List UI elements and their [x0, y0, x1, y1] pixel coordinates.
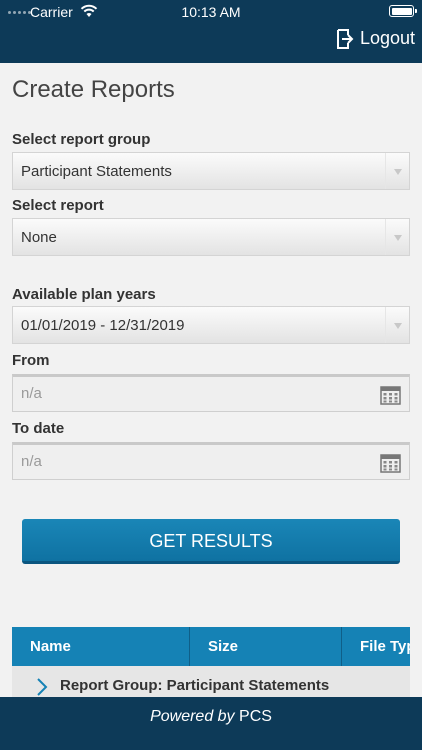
report-select[interactable]: None: [12, 218, 410, 256]
column-header-file-type[interactable]: File Type: [342, 627, 410, 666]
column-header-size[interactable]: Size: [190, 627, 342, 666]
plan-years-label: Available plan years: [12, 286, 156, 303]
status-time: 10:13 AM: [181, 4, 241, 20]
report-group-value: Participant Statements: [21, 163, 172, 180]
chevron-down-icon: [385, 219, 409, 255]
results-table: Name Size File Type Report Group: Partic…: [12, 627, 410, 707]
report-label: Select report: [12, 197, 104, 214]
chevron-down-icon: [385, 307, 409, 343]
plan-years-value: 01/01/2019 - 12/31/2019: [21, 317, 185, 334]
to-date-field[interactable]: n/a: [12, 442, 410, 480]
powered-by-text: Powered by: [150, 708, 235, 725]
report-group-label: Select report group: [12, 131, 151, 148]
logout-button[interactable]: Logout: [336, 28, 415, 49]
report-value: None: [21, 229, 57, 246]
page-title: Create Reports: [12, 76, 175, 103]
calendar-icon[interactable]: [380, 453, 401, 473]
app-header: Carrier 10:13 AM Logout: [0, 0, 422, 63]
to-date-label: To date: [12, 420, 65, 437]
table-header: Name Size File Type: [12, 627, 410, 666]
battery-icon: [389, 5, 417, 17]
logout-icon: [336, 28, 354, 49]
logout-label: Logout: [359, 28, 415, 48]
plan-years-select[interactable]: 01/01/2019 - 12/31/2019: [12, 306, 410, 344]
calendar-icon[interactable]: [380, 385, 401, 405]
chevron-right-icon[interactable]: [36, 678, 48, 696]
status-bar: Carrier 10:13 AM: [0, 0, 422, 24]
from-date-value: n/a: [21, 385, 42, 402]
column-header-name[interactable]: Name: [12, 627, 190, 666]
company-name: PCS: [239, 708, 272, 725]
footer: Powered by PCS: [0, 697, 422, 750]
chevron-down-icon: [385, 153, 409, 189]
from-label: From: [12, 352, 50, 369]
from-date-field[interactable]: n/a: [12, 374, 410, 412]
report-group-select[interactable]: Participant Statements: [12, 152, 410, 190]
to-date-value: n/a: [21, 453, 42, 470]
get-results-button[interactable]: GET RESULTS: [22, 519, 400, 564]
report-group-row-label: Report Group: Participant Statements: [60, 677, 330, 694]
